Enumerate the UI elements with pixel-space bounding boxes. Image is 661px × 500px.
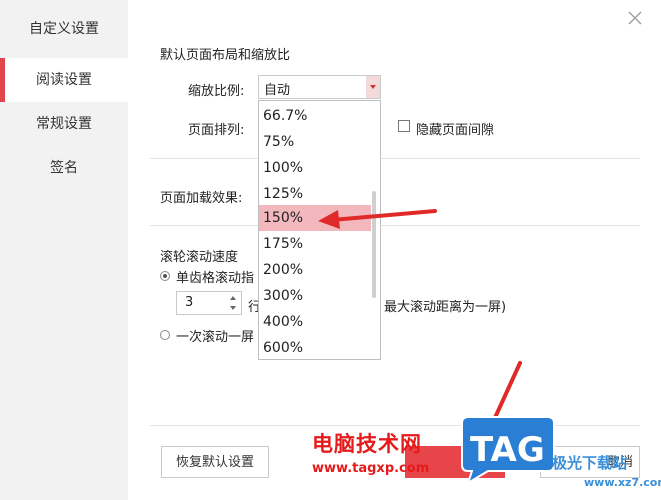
max-scroll-label: 最大滚动距离为一屏)	[384, 300, 507, 315]
stepper-down-icon[interactable]	[227, 303, 241, 314]
chevron-down-icon[interactable]	[366, 76, 380, 98]
divider	[150, 425, 640, 426]
scroll-by-lines-radio[interactable]	[160, 271, 170, 281]
scroll-by-lines-label: 单齿格滚动指	[176, 271, 255, 286]
watermark-site-url: www.tagxp.com	[312, 461, 430, 476]
divider	[150, 158, 640, 159]
zoom-option[interactable]: 75%	[259, 129, 371, 155]
zoom-option[interactable]: 200%	[259, 257, 371, 283]
hide-gap-label: 隐藏页面间隙	[416, 123, 495, 138]
sidebar-item-reading[interactable]: 阅读设置	[0, 58, 128, 102]
scroll-one-screen-radio[interactable]	[160, 330, 170, 340]
sidebar: 自定义设置 阅读设置 常规设置 签名	[0, 0, 128, 500]
zoom-option[interactable]: 300%	[259, 283, 371, 309]
watermark-site2-name: 极光下载站	[552, 454, 628, 472]
stepper-up-icon[interactable]	[227, 292, 241, 303]
hide-gap-checkbox[interactable]	[398, 120, 410, 132]
tag-logo-text: TAG	[470, 430, 545, 470]
zoom-label: 缩放比例:	[188, 84, 245, 99]
zoom-select-value: 自动	[264, 83, 291, 98]
sidebar-item-signature[interactable]: 签名	[0, 146, 128, 190]
lines-value: 3	[185, 295, 194, 310]
section-layout-title: 默认页面布局和缩放比	[160, 48, 291, 63]
lines-stepper[interactable]: 3	[176, 291, 242, 315]
restore-defaults-button[interactable]: 恢复默认设置	[161, 446, 269, 478]
close-icon[interactable]	[625, 8, 645, 28]
load-effect-label: 页面加载效果:	[160, 191, 243, 206]
zoom-option[interactable]: 600%	[259, 335, 371, 361]
zoom-option[interactable]: 100%	[259, 155, 371, 181]
scroll-one-screen-label: 一次滚动一屏	[176, 330, 255, 345]
zoom-option[interactable]: 66.7%	[259, 103, 371, 129]
scroll-speed-title: 滚轮滚动速度	[160, 250, 239, 265]
sidebar-title: 自定义设置	[29, 21, 99, 37]
annotation-arrow-icon	[318, 209, 437, 229]
watermark-site2-url: www.xz7.com	[584, 476, 661, 489]
zoom-select[interactable]: 自动	[258, 75, 381, 99]
page-arrange-label: 页面排列:	[188, 123, 245, 138]
sidebar-item-general[interactable]: 常规设置	[0, 102, 128, 146]
zoom-option[interactable]: 400%	[259, 309, 371, 335]
watermark-site-name: 电脑技术网	[312, 432, 422, 456]
